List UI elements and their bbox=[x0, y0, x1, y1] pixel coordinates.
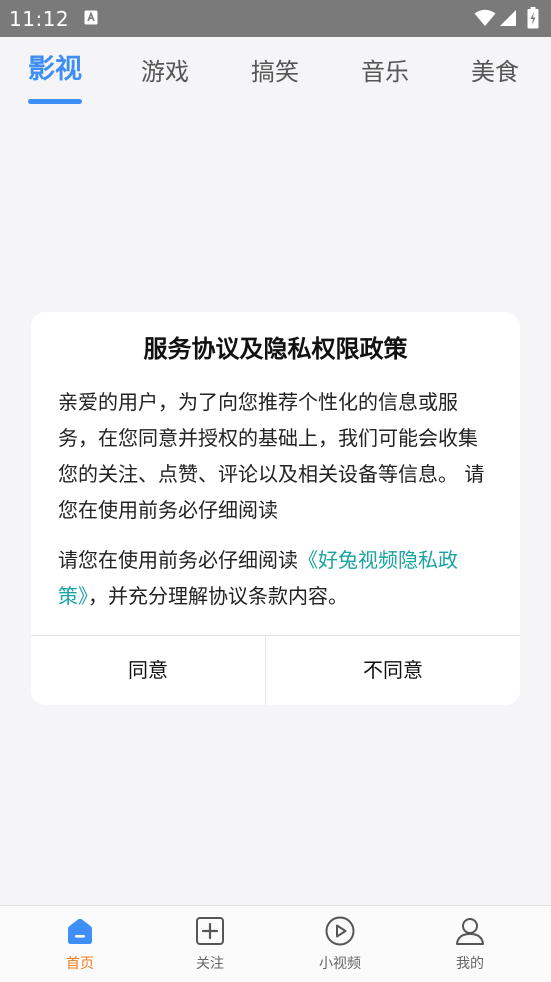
bottom-navigation: 首页 关注 小视频 我的 bbox=[0, 905, 551, 982]
disagree-button[interactable]: 不同意 bbox=[266, 636, 520, 705]
dialog-paragraph-policy: 请您在使用前务必仔细阅读《好兔视频隐私政策》，并充分理解协议条款内容。 bbox=[58, 542, 496, 614]
signal-icon bbox=[500, 10, 516, 26]
dialog-body: 亲爱的用户，为了向您推荐个性化的信息或服务，在您同意并授权的基础上，我们可能会收… bbox=[58, 384, 496, 614]
dialog-title: 服务协议及隐私权限政策 bbox=[143, 335, 408, 363]
active-tab-indicator bbox=[28, 99, 82, 104]
tab-music[interactable]: 音乐 bbox=[361, 55, 409, 89]
tab-movies[interactable]: 影视 bbox=[28, 53, 82, 87]
policy-prefix-text: 请您在使用前务必仔细阅读 bbox=[58, 548, 298, 572]
tab-food[interactable]: 美食 bbox=[471, 55, 519, 89]
tab-games[interactable]: 游戏 bbox=[141, 55, 189, 89]
nav-item-follow[interactable]: 关注 bbox=[170, 906, 250, 982]
dialog-paragraph-intro: 亲爱的用户，为了向您推荐个性化的信息或服务，在您同意并授权的基础上，我们可能会收… bbox=[58, 390, 485, 522]
nav-label-short-video: 小视频 bbox=[319, 956, 361, 972]
category-tabs: 影视 游戏 搞笑 音乐 美食 bbox=[0, 37, 551, 112]
play-circle-icon bbox=[325, 916, 355, 946]
nav-label-home: 首页 bbox=[66, 956, 94, 972]
privacy-policy-dialog: 服务协议及隐私权限政策 亲爱的用户，为了向您推荐个性化的信息或服务，在您同意并授… bbox=[31, 312, 520, 705]
add-square-icon bbox=[196, 917, 224, 945]
notification-a-icon bbox=[84, 10, 98, 25]
nav-label-follow: 关注 bbox=[196, 956, 224, 972]
nav-item-short-video[interactable]: 小视频 bbox=[300, 906, 380, 982]
nav-item-me[interactable]: 我的 bbox=[430, 906, 510, 982]
nav-label-me: 我的 bbox=[456, 956, 484, 972]
status-time: 11:12 bbox=[9, 7, 70, 31]
status-bar: 11:12 bbox=[0, 0, 551, 37]
home-icon bbox=[68, 918, 92, 944]
tab-funny[interactable]: 搞笑 bbox=[251, 55, 299, 89]
battery-charging-icon bbox=[527, 7, 539, 29]
user-icon bbox=[456, 918, 484, 945]
nav-item-home[interactable]: 首页 bbox=[40, 906, 120, 982]
agree-button[interactable]: 同意 bbox=[31, 636, 265, 705]
policy-suffix-text: ，并充分理解协议条款内容。 bbox=[88, 584, 348, 608]
wifi-icon bbox=[474, 9, 496, 26]
